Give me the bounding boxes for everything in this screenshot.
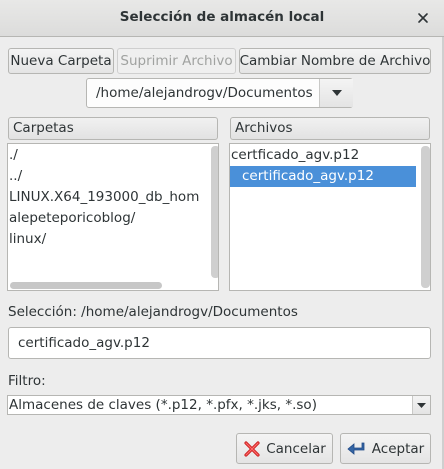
accept-button[interactable]: Aceptar (340, 433, 431, 464)
path-dropdown-arrow[interactable] (320, 79, 353, 107)
files-header-label: Archivos (235, 120, 293, 136)
files-list[interactable]: certficado_agv.p12 certificado_agv.p12 (229, 143, 431, 291)
selection-input[interactable]: certificado_agv.p12 (8, 327, 431, 359)
selection-label: Selección: /home/alejandrogv/Documentos (8, 304, 298, 320)
rename-file-button[interactable]: Cambiar Nombre de Archivo (239, 48, 431, 74)
chevron-down-icon (331, 90, 342, 96)
delete-file-label: Suprimir Archivo (120, 53, 233, 69)
filter-value: Almacenes de claves (*.p12, *.pfx, *.jks… (9, 397, 317, 413)
filter-dropdown[interactable]: Almacenes de claves (*.p12, *.pfx, *.jks… (7, 395, 431, 415)
folder-item[interactable]: alepeteporicoblog/ (8, 208, 135, 229)
selection-input-value: certificado_agv.p12 (18, 335, 150, 351)
folders-vertical-scrollbar[interactable] (211, 146, 218, 278)
folder-item[interactable]: LINUX.X64_193000_db_hom (8, 187, 199, 208)
path-dropdown[interactable]: /home/alejandrogv/Documentos (86, 78, 353, 108)
folders-horizontal-scrollbar[interactable] (10, 282, 162, 289)
accept-arrow-icon (347, 441, 367, 457)
rename-file-label: Cambiar Nombre de Archivo (239, 53, 431, 69)
filter-label: Filtro: (8, 373, 46, 389)
files-vertical-scrollbar[interactable] (421, 146, 430, 288)
window-title: Selección de almacén local (119, 9, 325, 25)
folders-header[interactable]: Carpetas (8, 117, 218, 140)
file-item-selected[interactable]: certificado_agv.p12 (230, 166, 416, 187)
close-button[interactable] (412, 7, 434, 29)
cancel-label: Cancelar (266, 440, 326, 457)
folder-item[interactable]: ../ (8, 166, 22, 187)
path-value: /home/alejandrogv/Documentos (96, 85, 313, 101)
cancel-x-icon (243, 440, 261, 458)
title-bar: Selección de almacén local (0, 0, 444, 37)
new-folder-button[interactable]: Nueva Carpeta (8, 48, 114, 74)
cancel-button[interactable]: Cancelar (236, 433, 333, 464)
new-folder-label: Nueva Carpeta (10, 53, 112, 69)
accept-label: Aceptar (371, 440, 425, 457)
folders-header-label: Carpetas (13, 120, 74, 136)
file-item[interactable]: certficado_agv.p12 (230, 145, 416, 166)
chevron-down-icon (417, 402, 426, 408)
folders-list[interactable]: ./ ../ LINUX.X64_193000_db_hom alepetepo… (7, 143, 219, 291)
delete-file-button[interactable]: Suprimir Archivo (117, 48, 236, 74)
folder-item[interactable]: ./ (8, 145, 18, 166)
folder-item[interactable]: linux/ (8, 229, 46, 250)
filter-dropdown-arrow[interactable] (412, 396, 430, 414)
close-icon (418, 13, 428, 23)
files-header[interactable]: Archivos (230, 117, 430, 140)
